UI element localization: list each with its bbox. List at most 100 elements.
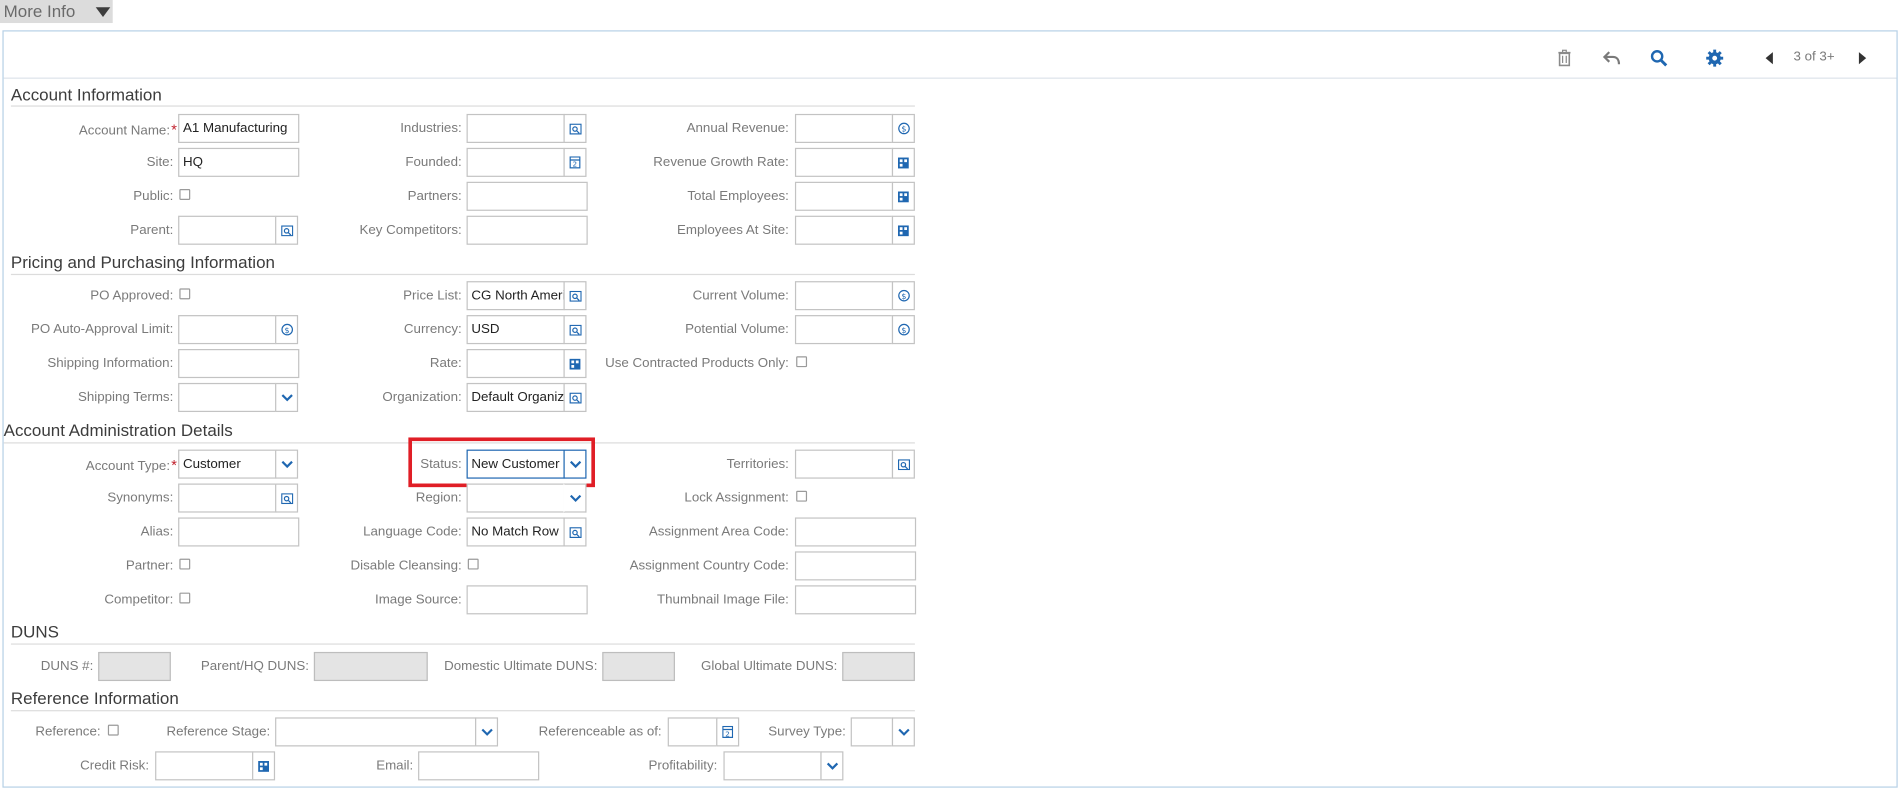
lock-assignment-checkbox[interactable] [796,490,808,502]
chevron-down-icon [897,728,910,736]
price-list-lookup-button[interactable] [563,281,587,311]
currency-lookup-button[interactable] [563,315,587,345]
reference-checkbox[interactable] [107,724,119,736]
employees-at-site-field[interactable] [794,215,894,245]
rate-calculator-button[interactable] [563,348,587,379]
more-info-toggle[interactable]: More Info [0,0,113,24]
revenue-growth-calculator-button[interactable] [891,147,915,177]
founded-field[interactable] [466,147,565,177]
profitability-dropdown-button[interactable] [820,751,844,781]
label-shipping-information: Shipping Information: [47,356,174,371]
chevron-down-icon [280,460,293,468]
disable-cleansing-checkbox[interactable] [467,558,479,570]
revenue-growth-rate-field[interactable] [794,147,894,177]
price-list-field[interactable]: CG North America [466,281,565,311]
label-region: Region: [415,490,462,506]
label-credit-risk: Credit Risk: [80,758,150,774]
industries-field[interactable] [466,113,565,143]
territories-lookup-button[interactable] [891,449,915,479]
assignment-area-code-field[interactable] [794,517,917,547]
global-ultimate-duns-field[interactable] [842,651,915,682]
label-profitability: Profitability: [648,758,718,774]
referenceable-as-of-field[interactable] [667,717,718,747]
key-competitors-field[interactable] [466,215,588,245]
thumbnail-image-file-field[interactable] [794,585,917,615]
partners-field[interactable] [466,181,588,211]
referenceable-as-of-calendar-button[interactable]: 2 [716,717,740,747]
region-select[interactable] [466,483,565,513]
po-limit-currency-button[interactable]: $ [275,315,299,345]
shipping-terms-select[interactable] [178,382,277,413]
parent-field[interactable] [178,215,277,245]
label-partners: Partners: [407,189,462,204]
undo-icon[interactable] [1602,48,1621,67]
alias-field[interactable] [178,517,300,547]
use-contracted-products-only-checkbox[interactable] [796,356,808,368]
synonyms-lookup-button[interactable] [275,483,299,513]
lookup-icon [280,492,293,504]
next-record-icon[interactable] [1852,48,1871,67]
organization-field[interactable]: Default Organization [466,382,565,413]
profitability-select[interactable] [723,751,822,781]
language-code-lookup-button[interactable] [563,517,587,547]
current-volume-currency-button[interactable]: $ [891,281,915,311]
label-account-name: Account Name:* [78,121,177,139]
label-referenceable-as-of: Referenceable as of: [538,724,662,740]
parent-hq-duns-field[interactable] [313,651,428,682]
potential-volume-currency-button[interactable]: $ [891,315,915,345]
employees-at-site-calculator-button[interactable] [891,215,915,245]
rate-field[interactable] [466,348,565,379]
reference-stage-dropdown-button[interactable] [475,717,499,747]
founded-calendar-button[interactable]: 2 [563,147,587,177]
label-synonyms: Synonyms: [107,490,174,506]
annual-revenue-currency-button[interactable]: $ [891,113,915,143]
previous-record-icon[interactable] [1761,48,1780,67]
email-field[interactable] [418,751,540,781]
label-account-type: Account Type:* [85,456,177,474]
shipping-information-field[interactable] [178,348,300,379]
industries-lookup-button[interactable] [563,113,587,143]
lookup-icon [568,526,582,538]
potential-volume-field[interactable] [794,315,894,345]
po-auto-approval-limit-field[interactable] [178,315,277,345]
site-field[interactable]: HQ [178,147,300,177]
partner-checkbox[interactable] [179,558,191,570]
public-checkbox[interactable] [179,189,191,200]
label-use-contracted-products-only: Use Contracted Products Only: [605,356,789,371]
total-employees-calculator-button[interactable] [891,181,915,211]
synonyms-field[interactable] [178,483,277,513]
account-type-dropdown-button[interactable] [275,449,299,479]
parent-lookup-button[interactable] [275,215,299,245]
credit-risk-calculator-button[interactable] [252,751,276,781]
label-price-list: Price List: [403,288,462,303]
account-name-field[interactable]: A1 Manufacturing [178,113,300,143]
shipping-terms-dropdown-button[interactable] [275,382,299,413]
survey-type-dropdown-button[interactable] [891,717,915,747]
image-source-field[interactable] [466,585,588,615]
total-employees-field[interactable] [794,181,894,211]
assignment-country-code-field[interactable] [794,551,917,581]
delete-icon[interactable] [1555,48,1574,67]
caret-down-icon [95,7,111,17]
domestic-ultimate-duns-field[interactable] [602,651,675,682]
gear-icon[interactable] [1705,48,1724,67]
language-code-field[interactable]: No Match Row Id [466,517,565,547]
po-approved-checkbox[interactable] [179,288,191,300]
credit-risk-field[interactable] [155,751,254,781]
label-thumbnail-image-file: Thumbnail Image File: [657,592,789,608]
current-volume-field[interactable] [794,281,894,311]
reference-stage-select[interactable] [275,717,477,747]
duns-number-field[interactable] [98,651,171,682]
currency-field[interactable]: USD [466,315,565,345]
label-global-ultimate-duns: Global Ultimate DUNS: [701,659,838,674]
search-icon[interactable] [1649,48,1668,67]
label-parent: Parent: [130,222,174,238]
account-type-select[interactable]: Customer [178,449,277,479]
label-current-volume: Current Volume: [692,288,789,303]
territories-field[interactable] [794,449,894,479]
survey-type-select[interactable] [850,717,894,747]
annual-revenue-field[interactable] [794,113,894,143]
competitor-checkbox[interactable] [179,592,191,604]
region-dropdown-button[interactable] [563,483,587,513]
organization-lookup-button[interactable] [563,382,587,413]
